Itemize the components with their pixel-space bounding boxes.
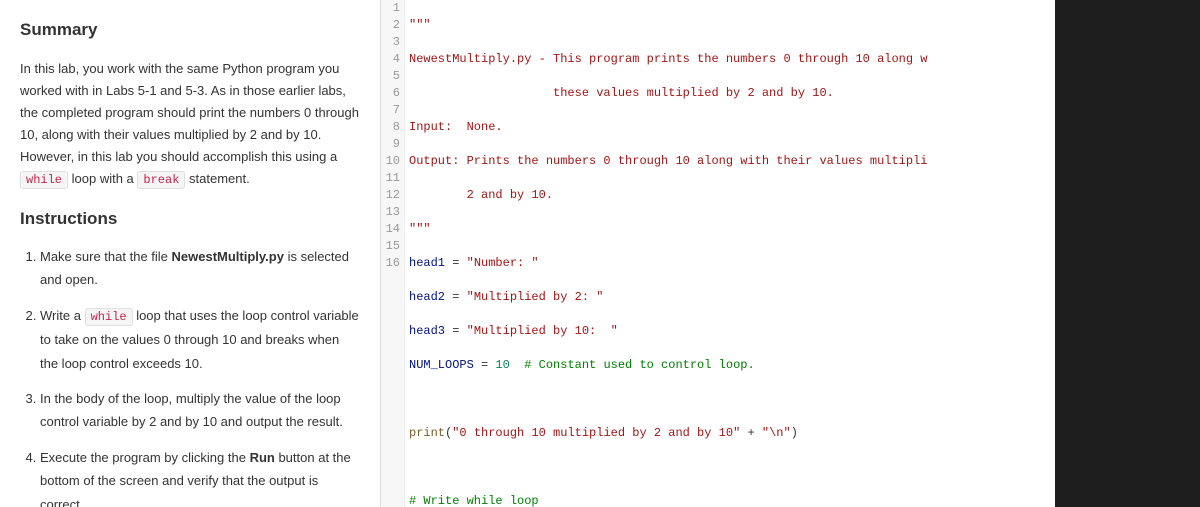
code-token: =: [445, 290, 467, 304]
code-token: Input: None.: [409, 120, 503, 134]
code-token: =: [445, 256, 467, 270]
line-gutter: 1 2 3 4 5 6 7 8 9 10 11 12 13 14 15 16: [381, 0, 405, 507]
line-number: 15: [381, 238, 404, 255]
line-number: 7: [381, 102, 404, 119]
dark-side-panel: [1055, 0, 1200, 507]
code-token: these values multiplied by 2 and by 10.: [409, 86, 834, 100]
code-token: head2: [409, 290, 445, 304]
line-number: 16: [381, 255, 404, 272]
line-number: 6: [381, 85, 404, 102]
instructions-panel: Summary In this lab, you work with the s…: [0, 0, 380, 507]
code-token: head1: [409, 256, 445, 270]
code-token: =: [445, 324, 467, 338]
list-item: Execute the program by clicking the Run …: [40, 446, 360, 507]
code-token: """: [409, 18, 431, 32]
line-number: 4: [381, 51, 404, 68]
line-number: 9: [381, 136, 404, 153]
instructions-heading: Instructions: [20, 209, 360, 229]
line-number: 5: [381, 68, 404, 85]
code-token: """: [409, 222, 431, 236]
code-token: Output: Prints the numbers 0 through 10 …: [409, 154, 927, 168]
line-number: 3: [381, 34, 404, 51]
code-area[interactable]: """ NewestMultiply.py - This program pri…: [405, 0, 1055, 507]
run-label: Run: [250, 450, 275, 465]
summary-text: loop with a: [68, 171, 137, 186]
line-number: 10: [381, 153, 404, 170]
line-number: 12: [381, 187, 404, 204]
list-item: Make sure that the file NewestMultiply.p…: [40, 245, 360, 292]
step-text: Write a: [40, 308, 85, 323]
code-token: "Multiplied by 2: ": [467, 290, 604, 304]
code-token: print: [409, 426, 445, 440]
code-token: "Number: ": [467, 256, 539, 270]
line-number: 8: [381, 119, 404, 136]
code-token: "0 through 10 multiplied by 2 and by 10": [452, 426, 740, 440]
code-token: "Multiplied by 10: ": [467, 324, 618, 338]
summary-paragraph: In this lab, you work with the same Pyth…: [20, 58, 360, 191]
code-token: ): [791, 426, 798, 440]
step-text: Make sure that the file: [40, 249, 172, 264]
filename: NewestMultiply.py: [172, 249, 284, 264]
summary-heading: Summary: [20, 20, 360, 40]
code-token: # Write while loop: [409, 494, 539, 507]
code-token: # Constant used to control loop.: [510, 358, 755, 372]
code-line: [409, 391, 1055, 408]
code-token: 10: [495, 358, 509, 372]
code-token: 2 and by 10.: [409, 188, 553, 202]
code-token: head3: [409, 324, 445, 338]
code-editor[interactable]: 1 2 3 4 5 6 7 8 9 10 11 12 13 14 15 16 "…: [380, 0, 1055, 507]
line-number: 13: [381, 204, 404, 221]
code-token: NewestMultiply.py - This program prints …: [409, 52, 927, 66]
code-chip-while: while: [85, 308, 133, 326]
line-number: 1: [381, 0, 404, 17]
list-item: In the body of the loop, multiply the va…: [40, 387, 360, 434]
summary-text: statement.: [185, 171, 249, 186]
list-item: Write a while loop that uses the loop co…: [40, 304, 360, 375]
code-chip-while: while: [20, 171, 68, 189]
code-token: +: [740, 426, 762, 440]
instructions-list: Make sure that the file NewestMultiply.p…: [20, 245, 360, 507]
line-number: 11: [381, 170, 404, 187]
code-token: "\n": [762, 426, 791, 440]
code-line: [409, 459, 1055, 476]
line-number: 2: [381, 17, 404, 34]
code-token: =: [474, 358, 496, 372]
code-chip-break: break: [137, 171, 185, 189]
step-text: Execute the program by clicking the: [40, 450, 250, 465]
summary-text: In this lab, you work with the same Pyth…: [20, 61, 359, 164]
line-number: 14: [381, 221, 404, 238]
code-token: NUM_LOOPS: [409, 358, 474, 372]
